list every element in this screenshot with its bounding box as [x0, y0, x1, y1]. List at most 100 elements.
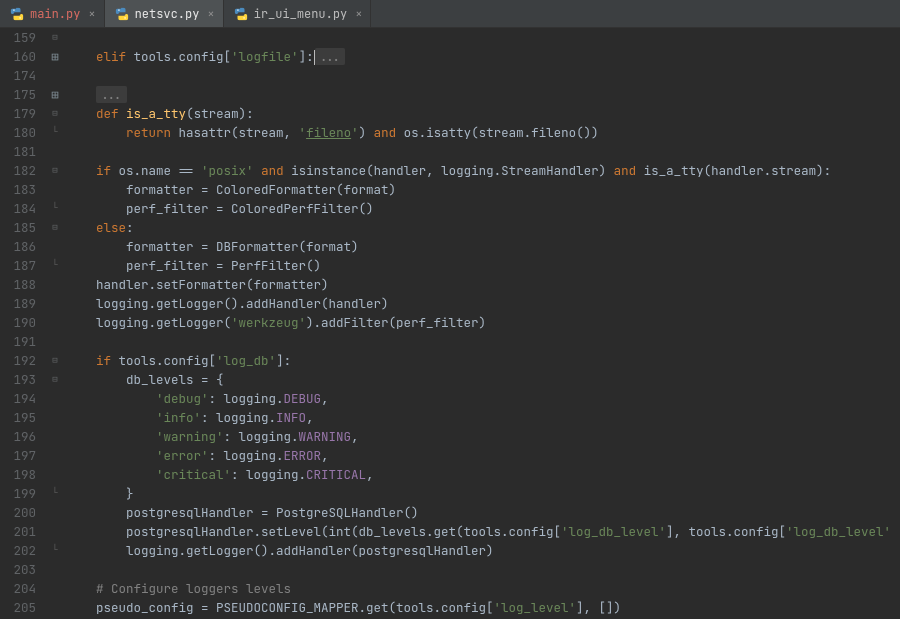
line-number: 205 [0, 598, 36, 617]
code-line[interactable] [66, 332, 888, 351]
fold-marker [44, 522, 66, 541]
code-line[interactable]: logging.getLogger('werkzeug').addFilter(… [66, 313, 888, 332]
line-number: 203 [0, 560, 36, 579]
fold-marker[interactable]: └ [44, 123, 66, 142]
fold-marker [44, 579, 66, 598]
code-line[interactable]: if tools.config['log_db']: [66, 351, 888, 370]
fold-marker [44, 237, 66, 256]
code-line[interactable]: postgresqlHandler = PostgreSQLHandler() [66, 503, 888, 522]
code-line[interactable]: perf_filter = ColoredPerfFilter() [66, 199, 888, 218]
line-number: 192 [0, 351, 36, 370]
line-number: 174 [0, 66, 36, 85]
fold-marker [44, 66, 66, 85]
line-number: 200 [0, 503, 36, 522]
line-number: 186 [0, 237, 36, 256]
line-number: 182 [0, 161, 36, 180]
line-number: 160 [0, 47, 36, 66]
close-icon[interactable]: × [207, 6, 214, 22]
vertical-scrollbar[interactable] [888, 28, 900, 619]
fold-marker [44, 294, 66, 313]
fold-marker[interactable]: └ [44, 256, 66, 275]
code-line[interactable]: if os.name == 'posix' and isinstance(han… [66, 161, 888, 180]
code-line[interactable]: 'error': logging.ERROR, [66, 446, 888, 465]
line-number: 199 [0, 484, 36, 503]
fold-marker[interactable]: ⊟ [44, 104, 66, 123]
line-number: 193 [0, 370, 36, 389]
fold-marker[interactable]: └ [44, 484, 66, 503]
fold-marker [44, 275, 66, 294]
line-number: 198 [0, 465, 36, 484]
line-number: 196 [0, 427, 36, 446]
code-line[interactable]: elif tools.config['logfile']:... [66, 47, 888, 66]
close-icon[interactable]: × [355, 6, 362, 22]
fold-marker [44, 389, 66, 408]
code-line[interactable]: 'info': logging.INFO, [66, 408, 888, 427]
tab-netsvc-py[interactable]: netsvc.py × [105, 0, 224, 27]
code-line[interactable]: 'warning': logging.WARNING, [66, 427, 888, 446]
code-line[interactable]: db_levels = { [66, 370, 888, 389]
editor-tabs: main.py × netsvc.py × ir_ui_menu.py × [0, 0, 900, 28]
fold-marker [44, 465, 66, 484]
code-line[interactable]: # Configure loggers levels [66, 579, 888, 598]
tab-label: ir_ui_menu.py [254, 6, 348, 22]
fold-gutter[interactable]: ⊟⊞⊞⊟└⊟└⊟└⊟⊟└└ [44, 28, 66, 619]
code-line[interactable] [66, 560, 888, 579]
line-number: 195 [0, 408, 36, 427]
code-line[interactable]: formatter = ColoredFormatter(format) [66, 180, 888, 199]
tab-label: netsvc.py [135, 6, 200, 22]
line-number: 180 [0, 123, 36, 142]
line-number: 188 [0, 275, 36, 294]
editor: 1591601741751791801811821831841851861871… [0, 28, 900, 619]
code-line[interactable]: else: [66, 218, 888, 237]
code-line[interactable]: } [66, 484, 888, 503]
code-line[interactable]: handler.setFormatter(formatter) [66, 275, 888, 294]
fold-marker[interactable]: ⊞ [44, 47, 66, 66]
fold-marker [44, 427, 66, 446]
line-number: 202 [0, 541, 36, 560]
code-area[interactable]: elif tools.config['logfile']:... ... def… [66, 28, 888, 619]
line-number: 189 [0, 294, 36, 313]
code-line[interactable]: 'debug': logging.DEBUG, [66, 389, 888, 408]
line-number: 187 [0, 256, 36, 275]
code-line[interactable] [66, 28, 888, 47]
line-number: 197 [0, 446, 36, 465]
fold-marker[interactable]: └ [44, 541, 66, 560]
code-line[interactable]: postgresqlHandler.setLevel(int(db_levels… [66, 522, 888, 541]
line-number: 190 [0, 313, 36, 332]
tab-ir_ui_menu-py[interactable]: ir_ui_menu.py × [224, 0, 372, 27]
fold-marker[interactable]: ⊟ [44, 28, 66, 47]
fold-marker[interactable]: ⊞ [44, 85, 66, 104]
code-line[interactable]: 'critical': logging.CRITICAL, [66, 465, 888, 484]
fold-marker[interactable]: ⊟ [44, 218, 66, 237]
code-line[interactable]: perf_filter = PerfFilter() [66, 256, 888, 275]
line-number: 181 [0, 142, 36, 161]
line-number: 159 [0, 28, 36, 47]
fold-marker [44, 142, 66, 161]
fold-marker [44, 180, 66, 199]
code-line[interactable]: logging.getLogger().addHandler(handler) [66, 294, 888, 313]
fold-marker [44, 503, 66, 522]
fold-marker [44, 598, 66, 617]
fold-marker[interactable]: ⊟ [44, 161, 66, 180]
code-line[interactable]: pseudo_config = PSEUDOCONFIG_MAPPER.get(… [66, 598, 888, 617]
line-number: 194 [0, 389, 36, 408]
code-line[interactable]: return hasattr(stream, 'fileno') and os.… [66, 123, 888, 142]
code-line[interactable] [66, 66, 888, 85]
fold-marker [44, 408, 66, 427]
close-icon[interactable]: × [88, 6, 95, 22]
line-number: 175 [0, 85, 36, 104]
code-line[interactable]: def is_a_tty(stream): [66, 104, 888, 123]
code-line[interactable]: formatter = DBFormatter(format) [66, 237, 888, 256]
code-line[interactable]: logging.getLogger().addHandler(postgresq… [66, 541, 888, 560]
code-line[interactable]: ... [66, 85, 888, 104]
line-number: 179 [0, 104, 36, 123]
line-number-gutter[interactable]: 1591601741751791801811821831841851861871… [0, 28, 44, 619]
fold-marker[interactable]: └ [44, 199, 66, 218]
fold-marker [44, 313, 66, 332]
tab-main-py[interactable]: main.py × [0, 0, 105, 27]
tab-label: main.py [30, 6, 80, 22]
fold-marker[interactable]: ⊟ [44, 370, 66, 389]
code-line[interactable] [66, 142, 888, 161]
fold-marker[interactable]: ⊟ [44, 351, 66, 370]
fold-marker [44, 446, 66, 465]
